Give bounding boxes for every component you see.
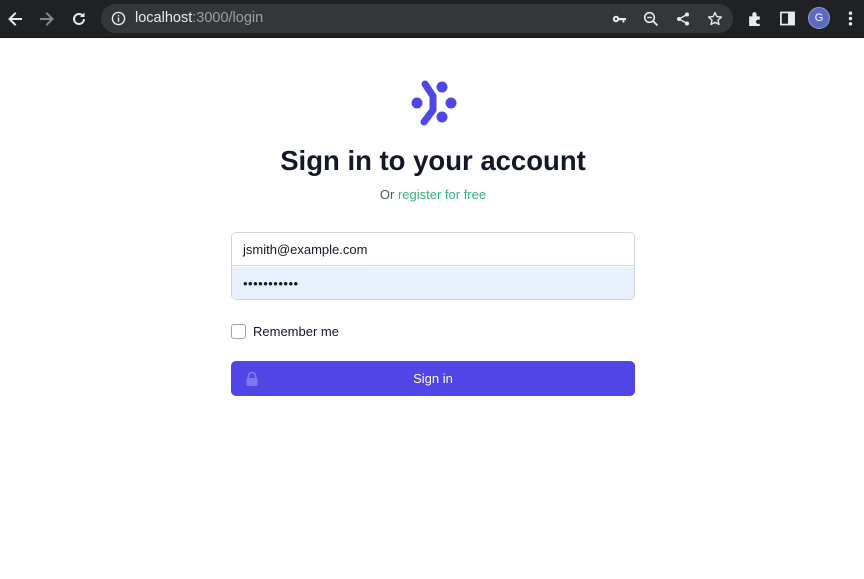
url-text: localhost:3000/login: [135, 10, 263, 27]
email-field[interactable]: jsmith@example.com: [232, 233, 634, 266]
subtitle-prefix: Or: [379, 187, 395, 202]
zoom-icon[interactable]: [642, 10, 660, 28]
address-bar[interactable]: localhost:3000/login: [101, 4, 733, 33]
more-icon[interactable]: [840, 8, 860, 28]
page-title: Sign in to your account: [280, 145, 586, 176]
logo-icon: [411, 80, 457, 126]
key-icon[interactable]: [610, 10, 628, 28]
subtitle: Or register for free: [0, 187, 864, 203]
signin-label: Sign in: [413, 371, 453, 386]
password-field[interactable]: •••••••••••: [232, 267, 634, 299]
signin-button[interactable]: Sign in: [231, 361, 635, 396]
avatar[interactable]: G: [808, 7, 830, 29]
lock-icon: [246, 371, 258, 386]
remember-me[interactable]: Remember me: [231, 323, 339, 339]
remember-checkbox[interactable]: [231, 323, 246, 339]
url-host: localhost: [135, 10, 193, 26]
info-icon[interactable]: [110, 10, 127, 27]
side-panel-icon[interactable]: [777, 8, 797, 28]
forward-button[interactable]: [35, 7, 59, 31]
reload-button[interactable]: [67, 7, 91, 31]
forward-arrow-icon: [40, 12, 54, 26]
remember-label: Remember me: [253, 323, 339, 339]
credentials-form: jsmith@example.com •••••••••••: [231, 232, 635, 300]
url-path: :3000/login: [192, 10, 264, 26]
star-icon[interactable]: [706, 10, 724, 28]
back-button[interactable]: [3, 7, 27, 31]
extensions-icon[interactable]: [745, 8, 765, 28]
share-icon[interactable]: [674, 10, 692, 28]
browser-toolbar: localhost:3000/login G: [0, 0, 864, 38]
register-link[interactable]: register for free: [398, 187, 486, 202]
back-arrow-icon: [8, 12, 22, 26]
reload-icon: [73, 12, 85, 25]
